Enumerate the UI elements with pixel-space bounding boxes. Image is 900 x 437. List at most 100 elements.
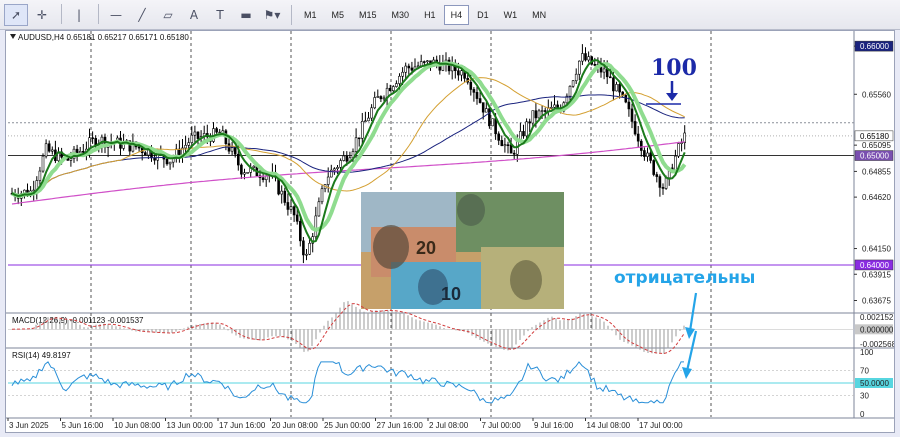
candle-body — [649, 152, 652, 161]
crosshair-icon[interactable]: ✛ — [30, 4, 54, 26]
candle-body — [38, 170, 42, 181]
candle-body — [144, 152, 147, 156]
candle-body — [422, 61, 426, 63]
candle-body — [655, 174, 659, 177]
candle-body — [612, 77, 615, 92]
price-tag-label: 0.65180 — [860, 132, 889, 141]
candle-body — [652, 160, 656, 175]
chart-window[interactable]: 0.66000 0.65560 0.65095 0.64855 0.64620 0.641… — [5, 30, 895, 433]
price-tag-label: 0.66000 — [860, 42, 889, 51]
candle-body — [639, 140, 643, 151]
candle-body — [230, 147, 234, 152]
candle-body — [633, 121, 637, 135]
toolbar-separator — [98, 3, 99, 24]
rsi-axis-label: 30 — [860, 391, 869, 400]
candle-body — [494, 118, 497, 135]
candle-body — [364, 120, 367, 123]
text-icon[interactable]: A — [182, 4, 206, 26]
candle-body — [308, 242, 311, 255]
candle-body — [500, 140, 504, 147]
candle-body — [354, 137, 358, 152]
time-axis-label: 17 Jun 16:00 — [219, 421, 266, 430]
rsi-axis-label: 70 — [860, 367, 869, 376]
candle-body — [320, 188, 324, 203]
candle-body — [370, 107, 373, 119]
time-axis-label: 17 Jul 00:00 — [639, 421, 683, 430]
candle-body — [624, 95, 628, 103]
candle-body — [491, 118, 494, 127]
candle-body — [190, 134, 194, 143]
text-label-icon[interactable]: T — [208, 4, 232, 26]
vertical-line-icon[interactable]: | — [67, 4, 91, 26]
annotation-100: 100 — [651, 55, 697, 81]
timeframe-m1[interactable]: M1 — [297, 5, 324, 25]
candle-body — [336, 167, 339, 170]
timeframe-h1[interactable]: H1 — [417, 5, 443, 25]
candle-body — [664, 177, 668, 189]
macd-header: MACD(12,26,9) -0.001123 -0.001537 — [12, 316, 144, 325]
timeframe-w1[interactable]: W1 — [497, 5, 525, 25]
candle-body — [398, 75, 401, 84]
price-axis-label: 0.63915 — [862, 270, 891, 279]
candle-body — [395, 83, 398, 87]
candle-body — [581, 53, 584, 62]
candle-body — [240, 164, 243, 175]
time-axis-label: 7 Jul 00:00 — [482, 421, 522, 430]
toolbar-separator — [61, 3, 62, 24]
candle-body — [615, 84, 618, 92]
drawing-tools: ➚ ✛ | — ╱ ▱ A T ▬ ⚑▾ — [4, 3, 286, 26]
trendline-icon[interactable]: ╱ — [130, 4, 154, 26]
candle-body — [674, 155, 677, 172]
candle-body — [577, 60, 581, 75]
candle-body — [286, 202, 290, 210]
price-axis-label: 0.64620 — [862, 193, 891, 202]
candle-body — [317, 201, 321, 217]
timeframe-m30[interactable]: M30 — [385, 5, 417, 25]
candle-body — [292, 206, 296, 216]
banknote-value-10: 10 — [441, 284, 461, 304]
candle-body — [419, 61, 423, 67]
chart-canvas[interactable]: 0.66000 0.65560 0.65095 0.64855 0.64620 0.641… — [6, 31, 894, 432]
candle-body — [404, 65, 408, 73]
timeframe-d1[interactable]: D1 — [470, 5, 496, 25]
price-axis-label: 0.63675 — [862, 297, 891, 306]
channel-icon[interactable]: ▱ — [156, 4, 180, 26]
candle-body — [457, 70, 460, 76]
candle-body — [636, 133, 640, 142]
candle-body — [243, 172, 246, 175]
candle-body — [522, 131, 525, 137]
candle-body — [305, 253, 308, 256]
candle-body — [168, 161, 172, 165]
macd-axis-label: 0.000000 — [860, 325, 894, 334]
timeframe-h4[interactable]: H4 — [443, 4, 470, 25]
time-axis-label: 3 Jun 2025 — [9, 421, 49, 430]
rsi-axis-label: 0 — [860, 410, 865, 419]
rsi-axis-label: 50.0000 — [860, 379, 889, 388]
candle-body — [602, 68, 606, 73]
annotation-negative: отрицательны — [614, 268, 755, 288]
horizontal-line-icon[interactable]: — — [104, 4, 128, 26]
candle-body — [295, 214, 299, 222]
timeframe-m15[interactable]: M15 — [352, 5, 384, 25]
cursor-icon[interactable]: ➚ — [4, 3, 28, 26]
candle-body — [550, 107, 553, 109]
candle-body — [314, 215, 318, 237]
candle-body — [497, 133, 501, 141]
candle-body — [233, 147, 237, 155]
candle-body — [627, 101, 631, 110]
candle-body — [488, 108, 491, 127]
candle-body — [261, 177, 265, 180]
timeframe-mn[interactable]: MN — [525, 5, 553, 25]
timeframe-m5[interactable]: M5 — [325, 5, 352, 25]
shapes-icon[interactable]: ▬ — [234, 4, 258, 26]
candle-body — [82, 151, 85, 153]
candle-body — [298, 221, 302, 242]
price-axis-label: 0.64855 — [862, 167, 891, 176]
portrait-shape — [510, 260, 542, 300]
candle-body — [469, 81, 473, 90]
candle-body — [32, 189, 36, 192]
candle-body — [137, 146, 141, 149]
candle-body — [584, 53, 587, 61]
more-tools-icon[interactable]: ⚑▾ — [260, 4, 284, 26]
candle-body — [367, 117, 370, 122]
